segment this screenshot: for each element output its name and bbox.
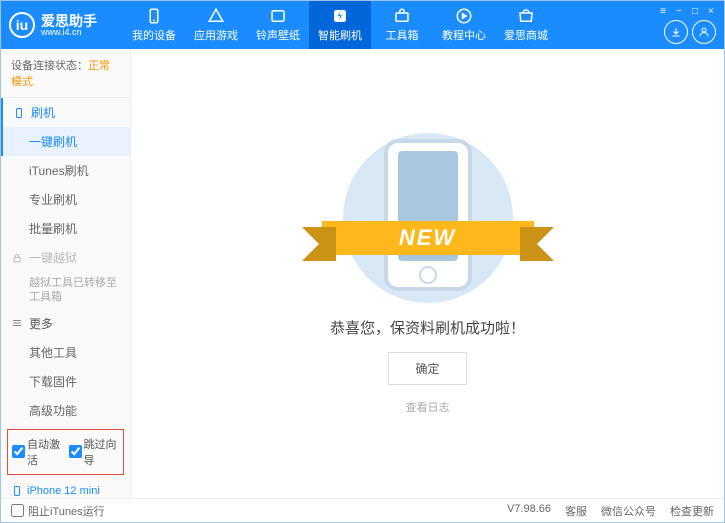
minimize-icon[interactable]: − [672,5,686,17]
sidebar-item-download-fw[interactable]: 下载固件 [1,367,130,396]
lock-icon [11,252,23,264]
nav-apps[interactable]: 应用游戏 [185,1,247,49]
download-icon [670,26,682,38]
nav-tutorials[interactable]: 教程中心 [433,1,495,49]
close-icon[interactable]: × [704,5,718,17]
ok-button[interactable]: 确定 [388,352,466,385]
maximize-icon[interactable]: □ [688,5,702,17]
logo-icon: iu [9,12,35,38]
wechat-link[interactable]: 微信公众号 [601,503,656,519]
jailbreak-note: 越狱工具已转移至工具箱 [1,272,130,309]
service-link[interactable]: 客服 [565,503,587,519]
checkbox-auto-activate[interactable]: 自动激活 [12,436,63,468]
new-banner: NEW [322,221,534,263]
sidebar-item-pro[interactable]: 专业刷机 [1,185,130,214]
sidebar-section-jailbreak[interactable]: 一键越狱 [1,243,130,272]
phone-icon [13,107,25,119]
footer: 阻止iTunes运行 V7.98.66 客服 微信公众号 检查更新 [1,498,724,522]
nav-ringtones[interactable]: 铃声壁纸 [247,1,309,49]
download-button[interactable] [664,20,688,44]
sidebar-item-batch[interactable]: 批量刷机 [1,214,130,243]
nav-device[interactable]: 我的设备 [123,1,185,49]
user-icon [698,26,710,38]
sidebar-section-flash[interactable]: 刷机 [1,98,130,127]
version-label: V7.98.66 [507,503,551,519]
body: 设备连接状态：正常模式 刷机 一键刷机 iTunes刷机 专业刷机 批量刷机 一… [1,49,724,498]
phone-icon [11,485,23,497]
user-button[interactable] [692,20,716,44]
store-icon [517,7,535,25]
sidebar-item-other[interactable]: 其他工具 [1,338,130,367]
wallpaper-icon [269,7,287,25]
sidebar-item-advanced[interactable]: 高级功能 [1,396,130,425]
flash-icon [331,7,349,25]
sidebar-item-oneclick[interactable]: 一键刷机 [1,127,130,156]
header: iu 爱思助手 www.i4.cn 我的设备 应用游戏 铃声壁纸 智能刷机 工具… [1,1,724,49]
nav-tools[interactable]: 工具箱 [371,1,433,49]
sidebar-section-more[interactable]: 更多 [1,309,130,338]
apps-icon [207,7,225,25]
sidebar-item-itunes[interactable]: iTunes刷机 [1,156,130,185]
nav-store[interactable]: 爱思商城 [495,1,557,49]
device-icon [145,7,163,25]
options-box: 自动激活 跳过向导 [7,429,124,475]
toolbox-icon [393,7,411,25]
main-content: NEW 恭喜您，保资料刷机成功啦！ 确定 查看日志 [131,49,724,498]
main-nav: 我的设备 应用游戏 铃声壁纸 智能刷机 工具箱 教程中心 爱思商城 [123,1,664,49]
success-message: 恭喜您，保资料刷机成功啦！ [330,317,525,338]
view-log-link[interactable]: 查看日志 [406,399,450,415]
illustration: NEW [328,133,528,303]
app-url: www.i4.cn [41,28,97,37]
app-name: 爱思助手 [41,14,97,28]
connection-status: 设备连接状态：正常模式 [1,49,130,98]
device-name: iPhone 12 mini [11,485,120,497]
device-info[interactable]: iPhone 12 mini 64GB Down-12mini-13,1 [1,479,130,498]
menu-icon[interactable]: ≡ [656,5,670,17]
block-itunes-checkbox[interactable]: 阻止iTunes运行 [11,503,105,519]
sidebar: 设备连接状态：正常模式 刷机 一键刷机 iTunes刷机 专业刷机 批量刷机 一… [1,49,131,498]
tutorial-icon [455,7,473,25]
app-window: ≡ − □ × iu 爱思助手 www.i4.cn 我的设备 应用游戏 铃声壁纸… [0,0,725,523]
checkbox-skip-guide[interactable]: 跳过向导 [69,436,120,468]
window-controls: ≡ − □ × [656,5,718,17]
update-link[interactable]: 检查更新 [670,503,714,519]
menu-lines-icon [11,317,23,329]
phone-illustration [384,139,472,291]
logo: iu 爱思助手 www.i4.cn [9,12,123,38]
nav-flash[interactable]: 智能刷机 [309,1,371,49]
